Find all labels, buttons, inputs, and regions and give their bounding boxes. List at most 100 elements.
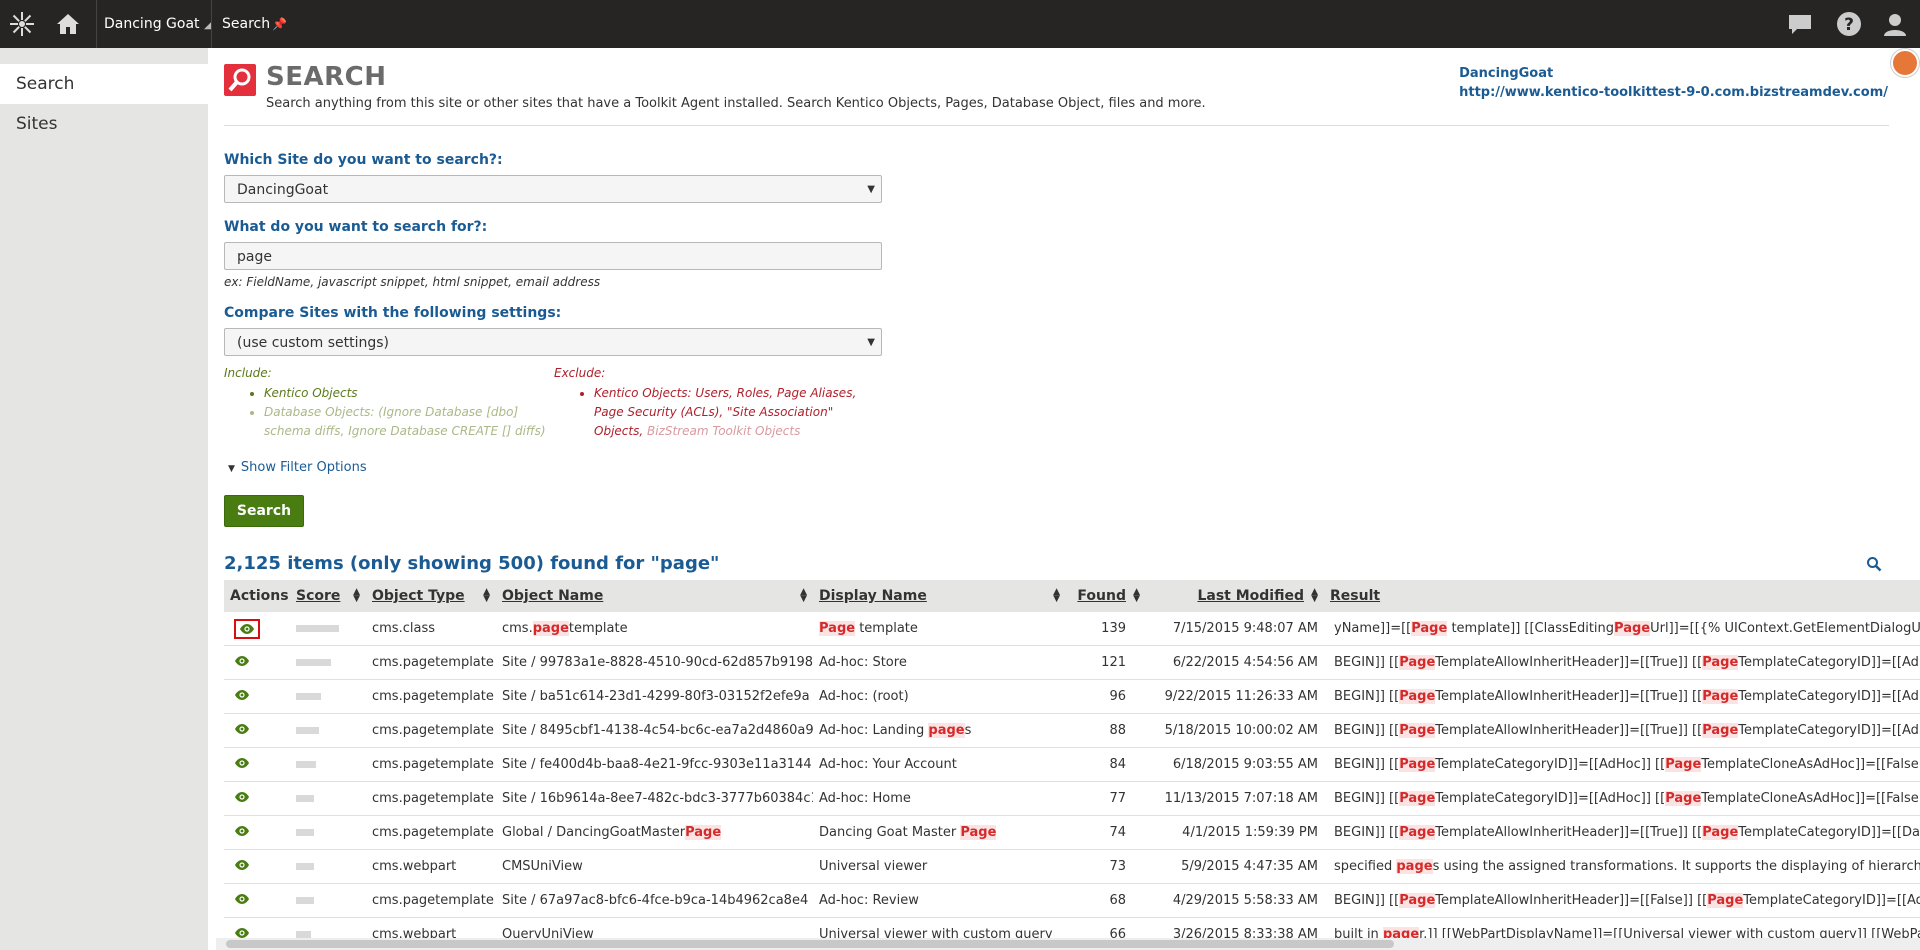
site-info-url[interactable]: http://www.kentico-toolkittest-9-0.com.b… <box>1459 83 1888 102</box>
column-header-result[interactable]: Result <box>1324 580 1920 612</box>
cell-last-modified: 11/13/2015 7:07:18 AM <box>1146 781 1324 816</box>
match-highlight: Page <box>1399 893 1436 908</box>
cell-score <box>290 883 366 918</box>
cell-actions <box>224 612 290 646</box>
scrollbar-thumb[interactable] <box>226 940 1394 948</box>
top-bar: Dancing Goat ◢ Search 📌 ? <box>0 0 1920 48</box>
text-segment: TemplateAllowInheritHeader]]=[[False]] [… <box>1435 893 1708 908</box>
cell-object-type: cms.pagetemplate <box>366 679 496 714</box>
cell-object-name: Site / 99783a1e-8828-4510-90cd-62d857b91… <box>496 645 813 680</box>
sidebar-item-search[interactable]: Search <box>0 64 208 104</box>
column-header-found[interactable]: Found ▲ ▼ <box>1066 580 1146 612</box>
cell-result: specified pages using the assigned trans… <box>1324 849 1920 884</box>
view-eye-icon[interactable] <box>234 791 250 807</box>
cell-score <box>290 747 366 782</box>
avatar[interactable] <box>1891 49 1919 77</box>
column-header-object-type[interactable]: Object Type ▲ ▼ <box>366 580 496 612</box>
home-icon[interactable] <box>52 0 84 48</box>
site-info-name[interactable]: DancingGoat <box>1459 64 1888 83</box>
site-select[interactable]: DancingGoat ▼ <box>224 175 882 203</box>
column-header-score[interactable]: Score ▲ ▼ <box>290 580 366 612</box>
match-highlight: Page <box>819 621 856 636</box>
cell-object-type: cms.pagetemplate <box>366 713 496 748</box>
column-header-object-name[interactable]: Object Name ▲ ▼ <box>496 580 813 612</box>
text-segment: TemplateCategoryID]]=[[DancingGoat] <box>1738 825 1920 840</box>
chat-icon[interactable] <box>1785 0 1815 48</box>
cell-last-modified: 7/15/2015 9:48:07 AM <box>1146 612 1324 646</box>
cell-object-name: cms.pagetemplate <box>496 612 813 646</box>
cell-actions <box>224 781 290 816</box>
text-segment: TemplateAllowInheritHeader]]=[[True]] [[ <box>1435 689 1703 704</box>
cell-display-name: Ad-hoc: Review <box>813 883 1066 918</box>
cell-object-type: cms.webpart <box>366 849 496 884</box>
score-bar <box>296 795 314 802</box>
show-filter-options[interactable]: ▼ Show Filter Options <box>228 460 367 475</box>
results-table: Actions Score ▲ ▼ Object Type ▲ ▼ Object Nam… <box>224 580 1920 950</box>
column-header-display-name[interactable]: Display Name ▲ ▼ <box>813 580 1066 612</box>
search-input[interactable]: page <box>224 242 882 270</box>
score-bar <box>296 625 339 632</box>
text-segment: TemplateAllowInheritHeader]]=[[True]] [[ <box>1435 825 1703 840</box>
site-select-value: DancingGoat <box>237 182 329 198</box>
cell-found: 139 <box>1066 612 1146 646</box>
view-eye-icon[interactable] <box>234 859 250 875</box>
exclude-label: Exclude: <box>554 366 606 380</box>
sidebar-item-label: Sites <box>16 114 58 134</box>
view-eye-icon[interactable] <box>234 618 260 639</box>
sidebar-item-sites[interactable]: Sites <box>0 104 208 144</box>
view-eye-icon[interactable] <box>234 723 250 739</box>
text-segment: Site / ba51c614-23d1-4299-80f3-03152f2ef… <box>502 689 810 704</box>
table-row: cms.pagetemplate Global / DancingGoatMast… <box>224 815 1920 850</box>
pin-icon[interactable]: 📌 <box>272 17 287 31</box>
cell-actions <box>224 815 290 850</box>
exclude-item: Kentico Objects: Users, Roles, Page Alia… <box>594 384 884 441</box>
view-eye-icon[interactable] <box>234 655 250 671</box>
view-eye-icon[interactable] <box>234 825 250 841</box>
view-eye-icon[interactable] <box>234 689 250 705</box>
text-segment: Site / 16b9614a-8ee7-482c-bdc3-3777b6038… <box>502 791 813 806</box>
compare-select[interactable]: (use custom settings) ▼ <box>224 328 882 356</box>
cell-result: BEGIN]] [[PageTemplateAllowInheritHeader… <box>1324 883 1920 918</box>
page-title: SEARCH <box>266 62 387 92</box>
cell-found: 74 <box>1066 815 1146 850</box>
kentico-logo-icon[interactable] <box>0 0 44 48</box>
table-row: cms.pagetemplate Site / ba51c614-23d1-429… <box>224 679 1920 714</box>
breadcrumb: Search <box>222 16 271 32</box>
help-icon[interactable]: ? <box>1834 0 1864 48</box>
column-header-last-modified[interactable]: Last Modified ▲ ▼ <box>1146 580 1324 612</box>
cell-object-name: Site / 67a97ac8-bfc6-4fce-b9ca-14b4962ca… <box>496 883 813 918</box>
text-segment: template]] [[ClassEditing <box>1447 621 1615 636</box>
text-segment: s using the assigned transformations. It… <box>1432 859 1920 874</box>
match-highlight: Page <box>1702 825 1739 840</box>
table-header-row: Actions Score ▲ ▼ Object Type ▲ ▼ Object Nam… <box>224 580 1920 612</box>
user-icon[interactable] <box>1880 0 1910 48</box>
text-segment: Site / fe400d4b-baa8-4e21-9fcc-9303e11a3… <box>502 757 812 772</box>
cell-result: yName]]=[[Page template]] [[ClassEditing… <box>1324 612 1920 646</box>
text-segment: Ad-hoc: Review <box>819 893 919 908</box>
table-row: cms.webpart CMSUniView Universal viewer 73 5… <box>224 849 1920 884</box>
search-icon[interactable] <box>1866 556 1882 576</box>
text-segment: Ad-hoc: (root) <box>819 689 909 704</box>
match-highlight: page <box>532 621 569 636</box>
site-selector[interactable]: Dancing Goat ◢ <box>104 0 212 48</box>
table-row: cms.pagetemplate Site / 99783a1e-8828-451… <box>224 645 1920 680</box>
text-segment: Ad-hoc: Your Account <box>819 757 957 772</box>
svg-text:?: ? <box>1844 15 1854 35</box>
view-eye-icon[interactable] <box>234 893 250 909</box>
match-highlight: Page <box>1702 655 1739 670</box>
cell-found: 73 <box>1066 849 1146 884</box>
text-segment: template <box>568 621 628 636</box>
table-row: cms.pagetemplate Site / 8495cbf1-4138-4c5… <box>224 713 1920 748</box>
text-segment: CMSUniView <box>502 859 583 874</box>
text-segment: BEGIN]] [[ <box>1334 893 1400 908</box>
match-highlight: Page <box>1707 893 1744 908</box>
text-segment: Url]]=[[{% UIContext.GetElementDialogUrl… <box>1650 621 1920 636</box>
cell-last-modified: 5/9/2015 4:47:35 AM <box>1146 849 1324 884</box>
search-button[interactable]: Search <box>224 495 304 527</box>
cell-object-type: cms.class <box>366 612 496 646</box>
cell-result: BEGIN]] [[PageTemplateAllowInheritHeader… <box>1324 645 1920 680</box>
cell-actions <box>224 883 290 918</box>
view-eye-icon[interactable] <box>234 757 250 773</box>
page-subtitle: Search anything from this site or other … <box>266 96 1206 111</box>
horizontal-scrollbar[interactable] <box>216 938 1920 950</box>
